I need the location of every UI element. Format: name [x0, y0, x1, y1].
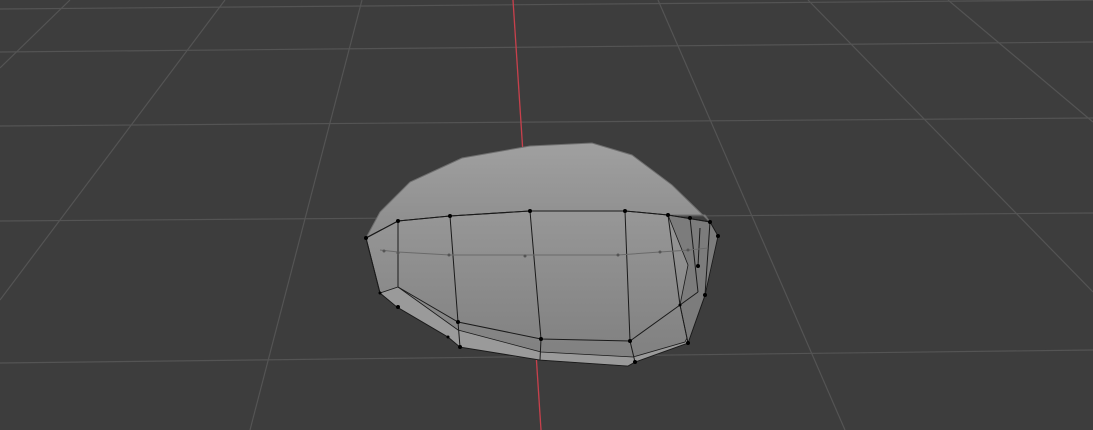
- mesh-body-face: [365, 210, 719, 367]
- 3d-viewport[interactable]: [0, 0, 1093, 430]
- mesh-object[interactable]: [364, 142, 720, 367]
- viewport-canvas[interactable]: [0, 0, 1093, 430]
